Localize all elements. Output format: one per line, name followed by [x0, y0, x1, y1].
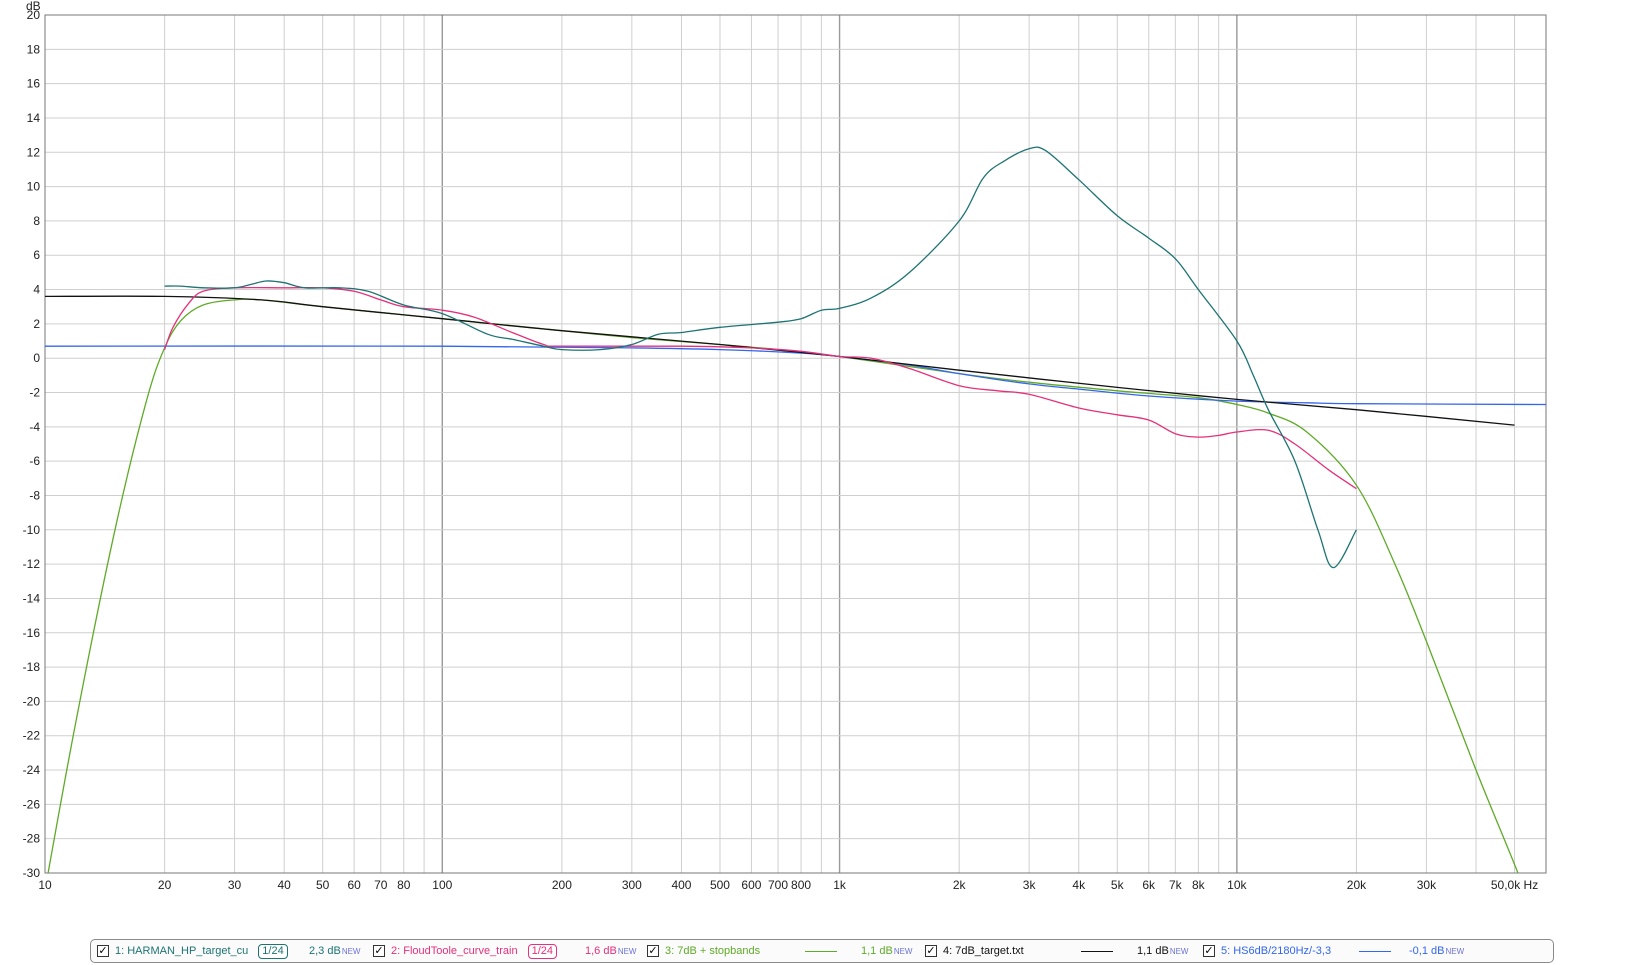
y-tick-label: -22: [23, 729, 41, 743]
new-badge: NEW: [893, 946, 913, 956]
y-tick-label: 18: [27, 42, 41, 56]
legend-checkbox[interactable]: ✓: [1203, 945, 1215, 957]
y-tick-label: 12: [27, 145, 41, 159]
smoothing-button[interactable]: 1/24: [258, 943, 288, 959]
legend-label: 5: HS6dB/2180Hz/-3,3: [1221, 945, 1332, 957]
y-tick-label: -2: [29, 386, 40, 400]
x-tick-label: 20k: [1347, 878, 1367, 892]
x-tick-label: 10: [38, 878, 52, 892]
legend-value-2: 1,6 dB NEW: [585, 940, 636, 962]
new-badge: NEW: [1445, 946, 1465, 956]
legend-entry-5[interactable]: ✓ 5: HS6dB/2180Hz/-3,3: [1203, 940, 1337, 962]
x-tick-label: 100: [432, 878, 452, 892]
legend-entry-3[interactable]: ✓ 3: 7dB + stopbands: [647, 940, 766, 962]
y-tick-label: -16: [23, 626, 41, 640]
legend-value-4: 1,1 dB NEW: [1137, 940, 1188, 962]
x-tick-label: 200: [552, 878, 572, 892]
x-tick-label: 2k: [953, 878, 967, 892]
legend-entry-1[interactable]: ✓ 1: HARMAN_HP_target_cu 1/24: [97, 940, 292, 962]
legend-label: 4: 7dB_target.txt: [943, 945, 1024, 957]
x-tick-label: 30k: [1417, 878, 1437, 892]
legend-checkbox[interactable]: ✓: [647, 945, 659, 957]
x-tick-label: 10k: [1227, 878, 1247, 892]
x-tick-label: 7k: [1169, 878, 1183, 892]
x-tick-label: 1k: [833, 878, 847, 892]
x-tick-label: 3k: [1023, 878, 1037, 892]
series-line-5[interactable]: [45, 345, 1546, 406]
legend-value: 1,6 dB: [585, 945, 617, 957]
y-tick-label: -12: [23, 557, 41, 571]
new-badge: NEW: [1169, 946, 1189, 956]
legend-swatch-5: [1359, 951, 1391, 952]
x-tick-label: 6k: [1142, 878, 1156, 892]
smoothing-button[interactable]: 1/24: [527, 943, 557, 959]
x-tick-label: 20: [158, 878, 172, 892]
y-tick-label: 16: [27, 77, 41, 91]
legend-entry-4[interactable]: ✓ 4: 7dB_target.txt: [925, 940, 1030, 962]
y-tick-label: 14: [27, 111, 41, 125]
x-tick-label: 50: [316, 878, 330, 892]
x-tick-label: 800: [791, 878, 811, 892]
y-tick-label: -26: [23, 797, 41, 811]
legend-value: 1,1 dB: [1137, 945, 1169, 957]
legend-value-1: 2,3 dB NEW: [309, 940, 360, 962]
y-axis-ticks: 20181614121086420-2-4-6-8-10-12-14-16-18…: [23, 8, 41, 880]
x-tick-label: 4k: [1072, 878, 1086, 892]
y-axis-unit-label: dB: [26, 0, 41, 13]
legend-value-3: 1,1 dB NEW: [861, 940, 912, 962]
legend-swatch-4: [1081, 951, 1113, 952]
y-tick-label: -20: [23, 694, 41, 708]
series-layer: [45, 146, 1546, 907]
new-badge: NEW: [341, 946, 361, 956]
y-tick-label: -24: [23, 763, 41, 777]
new-badge: NEW: [617, 946, 637, 956]
legend-swatch-3: [805, 951, 837, 952]
x-tick-label: 60: [347, 878, 361, 892]
x-tick-label: 8k: [1192, 878, 1206, 892]
x-tick-label: 80: [397, 878, 411, 892]
legend-label: 2: FloudToole_curve_train: [391, 945, 518, 957]
x-axis-ticks: 10 20 30 40 50 60 70 80 100 200 300 400 500 600 700 800…: [38, 878, 1538, 892]
y-tick-label: -18: [23, 660, 41, 674]
x-tick-label: 40: [278, 878, 292, 892]
y-tick-label: -10: [23, 523, 41, 537]
legend-entry-2[interactable]: ✓ 2: FloudToole_curve_train 1/24: [373, 940, 561, 962]
legend-label: 3: 7dB + stopbands: [665, 945, 761, 957]
y-tick-label: 8: [33, 214, 40, 228]
x-tick-label: 300: [622, 878, 642, 892]
x-tick-label: 70: [374, 878, 388, 892]
series-line-1[interactable]: [164, 146, 1357, 569]
y-tick-label: 10: [27, 180, 41, 194]
legend-label: 1: HARMAN_HP_target_cu: [115, 945, 249, 957]
legend-value-5: -0,1 dB NEW: [1409, 940, 1464, 962]
y-tick-label: -14: [23, 591, 41, 605]
y-tick-label: -4: [29, 420, 40, 434]
legend-value: 2,3 dB: [309, 945, 341, 957]
frequency-response-chart[interactable]: 20181614121086420-2-4-6-8-10-12-14-16-18…: [0, 0, 1649, 940]
legend-value: 1,1 dB: [861, 945, 893, 957]
y-tick-label: 2: [33, 317, 40, 331]
x-tick-label: 5k: [1111, 878, 1125, 892]
x-tick-label: 400: [671, 878, 691, 892]
y-tick-label: 0: [33, 351, 40, 365]
x-tick-label: 50,0k Hz: [1491, 878, 1538, 892]
y-tick-label: 6: [33, 248, 40, 262]
legend-bar: ✓ 1: HARMAN_HP_target_cu 1/24 2,3 dB NEW …: [90, 939, 1554, 963]
legend-checkbox[interactable]: ✓: [97, 945, 109, 957]
y-tick-label: 4: [33, 283, 40, 297]
x-tick-label: 600: [741, 878, 761, 892]
series-line-4[interactable]: [45, 295, 1515, 426]
legend-checkbox[interactable]: ✓: [925, 945, 937, 957]
x-tick-label: 30: [228, 878, 242, 892]
legend-checkbox[interactable]: ✓: [373, 945, 385, 957]
y-tick-label: -6: [29, 454, 40, 468]
series-line-2[interactable]: [163, 286, 1357, 490]
y-tick-label: -28: [23, 832, 41, 846]
x-tick-label: 500: [710, 878, 730, 892]
legend-value: -0,1 dB: [1409, 945, 1445, 957]
x-tick-label: 700: [768, 878, 788, 892]
y-tick-label: -8: [29, 488, 40, 502]
series-line-3[interactable]: [45, 298, 1531, 907]
